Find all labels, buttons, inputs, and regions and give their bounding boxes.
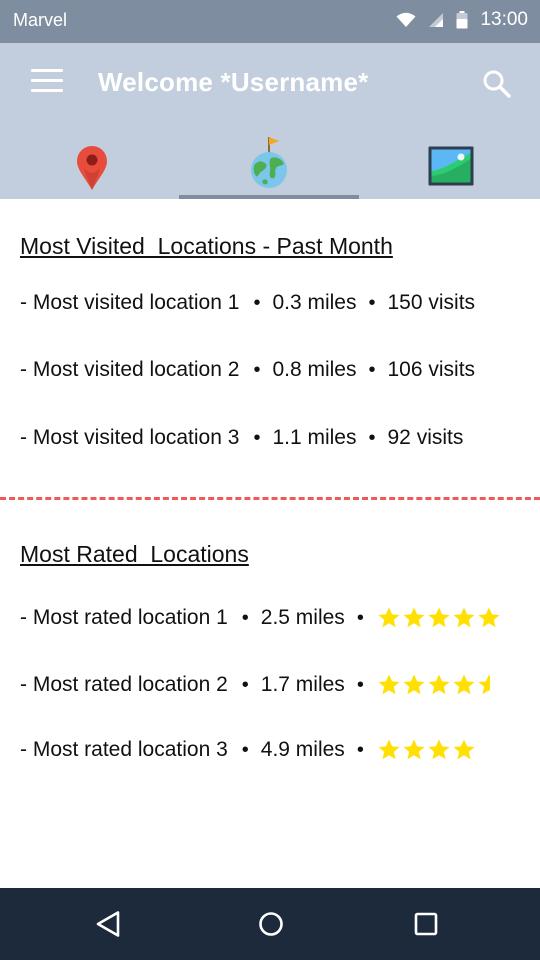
globe-flag-icon	[251, 137, 287, 188]
most-visited-row-2[interactable]: - Most visited location 2 • 0.8 miles • …	[20, 358, 475, 382]
system-nav-bar	[0, 888, 540, 960]
location-visits: 92 visits	[387, 426, 464, 449]
star-icon	[378, 739, 400, 760]
main-content: Most Visited Locations - Past Month - Mo…	[0, 199, 540, 888]
separator-bullet: •	[356, 738, 364, 761]
location-name: - Most rated location 1	[20, 606, 228, 629]
search-icon[interactable]	[482, 69, 514, 101]
separator-bullet: •	[241, 606, 249, 629]
location-name: - Most visited location 2	[20, 358, 240, 381]
tab-map[interactable]	[0, 125, 180, 199]
star-icon	[403, 739, 425, 760]
star-icon	[403, 607, 425, 628]
separator-bullet: •	[368, 358, 376, 381]
app-bar: Welcome *Username*	[0, 43, 540, 125]
carrier-label: Marvel	[13, 10, 68, 30]
location-name: - Most visited location 1	[20, 291, 240, 314]
star-icon	[428, 739, 450, 760]
most-visited-row-1[interactable]: - Most visited location 1 • 0.3 miles • …	[20, 291, 475, 315]
star-rating	[377, 738, 476, 762]
location-visits: 106 visits	[387, 358, 476, 381]
page-title: Welcome *Username*	[98, 67, 369, 97]
star-icon	[403, 674, 425, 695]
status-bar: Marvel 13:00	[0, 0, 540, 43]
location-distance: 1.1 miles	[272, 426, 357, 449]
tab-gallery[interactable]	[360, 125, 540, 199]
star-rating	[377, 673, 490, 697]
location-distance: 0.8 miles	[272, 358, 357, 381]
most-rated-row-2[interactable]: - Most rated location 2 • 1.7 miles •	[20, 673, 490, 697]
menu-icon[interactable]	[31, 69, 63, 95]
wifi-icon	[396, 12, 416, 27]
map-pin-icon	[77, 146, 107, 190]
recents-icon[interactable]	[410, 908, 442, 940]
most-rated-title: Most Rated Locations	[20, 541, 249, 567]
image-icon	[428, 146, 474, 186]
tab-globe[interactable]	[180, 125, 360, 199]
separator-bullet: •	[253, 358, 261, 381]
star-icon	[378, 674, 400, 695]
separator-bullet: •	[356, 673, 364, 696]
location-name: - Most visited location 3	[20, 426, 240, 449]
separator-bullet: •	[241, 673, 249, 696]
separator-bullet: •	[253, 291, 261, 314]
location-name: - Most rated location 3	[20, 738, 228, 761]
most-rated-row-1[interactable]: - Most rated location 1 • 2.5 miles •	[20, 606, 501, 630]
location-visits: 150 visits	[387, 291, 476, 314]
separator-bullet: •	[253, 426, 261, 449]
back-icon[interactable]	[94, 908, 126, 940]
star-icon	[378, 607, 400, 628]
battery-icon	[456, 11, 468, 29]
most-visited-row-3[interactable]: - Most visited location 3 • 1.1 miles • …	[20, 426, 463, 450]
half-star-icon	[478, 674, 490, 695]
location-distance: 1.7 miles	[260, 673, 345, 696]
star-icon	[478, 607, 500, 628]
star-icon	[428, 607, 450, 628]
status-icons: 13:00	[396, 9, 528, 31]
star-rating	[377, 606, 501, 630]
location-distance: 0.3 miles	[272, 291, 357, 314]
most-rated-row-3[interactable]: - Most rated location 3 • 4.9 miles •	[20, 738, 476, 762]
star-icon	[453, 674, 475, 695]
most-visited-title: Most Visited Locations - Past Month	[20, 233, 393, 259]
location-distance: 2.5 miles	[260, 606, 345, 629]
section-divider	[0, 497, 540, 500]
separator-bullet: •	[241, 738, 249, 761]
location-distance: 4.9 miles	[260, 738, 345, 761]
home-icon[interactable]	[255, 908, 287, 940]
signal-icon	[429, 13, 444, 27]
tab-bar	[0, 125, 540, 199]
star-icon	[453, 607, 475, 628]
separator-bullet: •	[356, 606, 364, 629]
separator-bullet: •	[368, 291, 376, 314]
clock-label: 13:00	[480, 9, 528, 30]
star-icon	[428, 674, 450, 695]
separator-bullet: •	[368, 426, 376, 449]
location-name: - Most rated location 2	[20, 673, 228, 696]
star-icon	[453, 739, 475, 760]
